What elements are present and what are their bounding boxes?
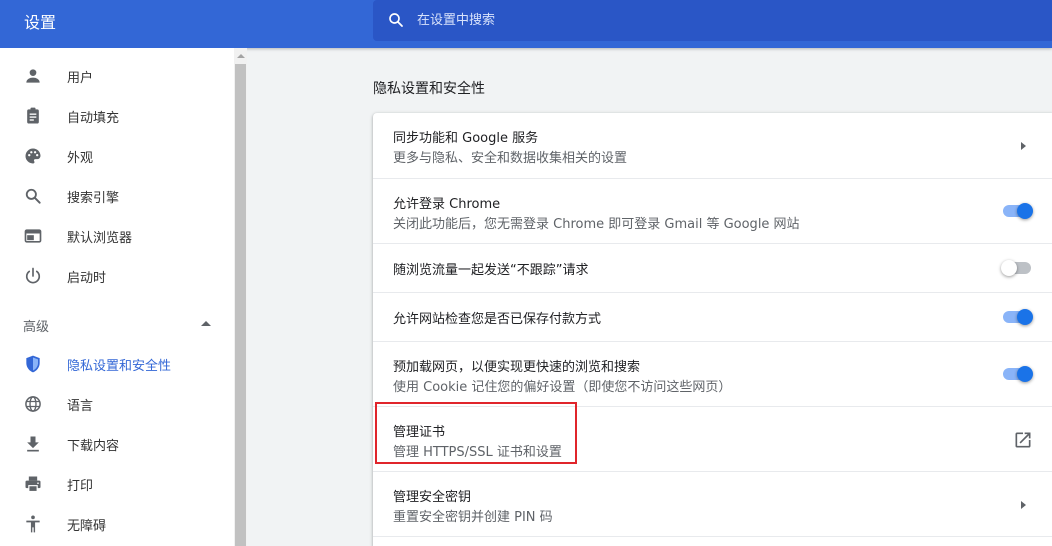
row-manage-certificates[interactable]: 管理证书 管理 HTTPS/SSL 证书和设置: [373, 406, 1052, 471]
row-allow-chrome-sign-in[interactable]: 允许登录 Chrome 关闭此功能后，您无需登录 Chrome 即可登录 Gma…: [373, 178, 1052, 243]
caret-up-icon: [201, 321, 211, 326]
toggle-switch[interactable]: [1001, 364, 1033, 384]
row-title: 管理证书: [393, 425, 446, 440]
row-manage-security-keys[interactable]: 管理安全密钥 重置安全密钥并创建 PIN 码: [373, 471, 1052, 536]
row-partial: [373, 536, 1052, 546]
row-subtitle: 重置安全密钥并创建 PIN 码: [393, 510, 553, 525]
toggle-switch[interactable]: [1001, 258, 1033, 278]
sidebar-item-label: 启动时: [67, 270, 107, 286]
sidebar-item-default-browser[interactable]: 默认浏览器: [0, 216, 234, 256]
row-payment-methods-check[interactable]: 允许网站检查您是否已保存付款方式: [373, 292, 1052, 341]
sidebar-item-label: 隐私设置和安全性: [67, 358, 172, 374]
chevron-right-icon[interactable]: [1021, 501, 1026, 509]
sidebar-item-label: 无障碍: [67, 518, 107, 534]
row-title: 同步功能和 Google 服务: [393, 131, 539, 146]
sidebar-item-label: 打印: [67, 478, 94, 494]
sidebar-item-printing[interactable]: 打印: [0, 464, 234, 504]
row-title: 允许网站检查您是否已保存付款方式: [393, 312, 602, 327]
row-title: 随浏览流量一起发送“不跟踪”请求: [393, 263, 589, 278]
sidebar-item-label: 默认浏览器: [67, 230, 133, 246]
row-do-not-track[interactable]: 随浏览流量一起发送“不跟踪”请求: [373, 243, 1052, 292]
row-title: 预加载网页，以便实现更快速的浏览和搜索: [393, 360, 641, 375]
external-link-icon[interactable]: [1013, 430, 1033, 450]
palette-icon: [23, 146, 43, 166]
section-title: 隐私设置和安全性: [373, 81, 485, 97]
globe-icon: [23, 394, 43, 414]
search-icon: [389, 13, 403, 27]
row-subtitle: 关闭此功能后，您无需登录 Chrome 即可登录 Gmail 等 Google …: [393, 217, 800, 232]
advanced-label: 高级: [23, 320, 50, 335]
search-input[interactable]: [417, 0, 1017, 41]
row-subtitle: 管理 HTTPS/SSL 证书和设置: [393, 445, 562, 460]
row-preload-pages[interactable]: 预加载网页，以便实现更快速的浏览和搜索 使用 Cookie 记住您的偏好设置（即…: [373, 341, 1052, 406]
toggle-switch[interactable]: [1001, 307, 1033, 327]
printer-icon: [23, 474, 43, 494]
privacy-settings-card: 同步功能和 Google 服务 更多与隐私、安全和数据收集相关的设置 允许登录 …: [373, 113, 1052, 546]
accessibility-icon: [23, 514, 43, 534]
power-icon: [23, 266, 43, 286]
browser-window-icon: [23, 226, 43, 246]
sidebar-item-label: 下载内容: [67, 438, 120, 454]
row-title: 管理安全密钥: [393, 490, 472, 505]
shield-icon: [23, 354, 43, 374]
sidebar-item-privacy-security[interactable]: 隐私设置和安全性: [0, 344, 234, 384]
top-bar: 设置: [0, 0, 1052, 48]
sidebar-item-on-startup[interactable]: 启动时: [0, 256, 234, 296]
sidebar-item-label: 语言: [67, 398, 94, 414]
page-title: 设置: [24, 13, 57, 32]
sidebar-item-label: 外观: [67, 150, 94, 166]
person-icon: [23, 66, 43, 86]
scrollbar-thumb[interactable]: [235, 64, 246, 546]
chevron-right-icon[interactable]: [1021, 142, 1026, 150]
sidebar-item-downloads[interactable]: 下载内容: [0, 424, 234, 464]
sidebar: 用户 自动填充 外观 搜索引擎 默认浏览器 启动时 高级 隐私设置和安全性 语言…: [0, 48, 234, 546]
search-box[interactable]: [373, 0, 1052, 41]
sidebar-item-accessibility[interactable]: 无障碍: [0, 504, 234, 544]
advanced-section-toggle[interactable]: 高级: [0, 304, 234, 344]
row-title: 允许登录 Chrome: [393, 197, 501, 212]
sidebar-item-search-engine[interactable]: 搜索引擎: [0, 176, 234, 216]
search-icon: [23, 186, 43, 206]
row-subtitle: 更多与隐私、安全和数据收集相关的设置: [393, 151, 628, 166]
sidebar-item-appearance[interactable]: 外观: [0, 136, 234, 176]
sidebar-item-languages[interactable]: 语言: [0, 384, 234, 424]
sidebar-item-label: 搜索引擎: [67, 190, 120, 206]
row-subtitle: 使用 Cookie 记住您的偏好设置（即使您不访问这些网页）: [393, 380, 732, 395]
toggle-switch[interactable]: [1001, 201, 1033, 221]
sidebar-item-autofill[interactable]: 自动填充: [0, 96, 234, 136]
clipboard-icon: [23, 106, 43, 126]
sidebar-item-label: 用户: [67, 70, 94, 86]
scroll-up-arrow-icon[interactable]: [237, 54, 245, 58]
sidebar-item-label: 自动填充: [67, 110, 120, 126]
row-sync-google-services[interactable]: 同步功能和 Google 服务 更多与隐私、安全和数据收集相关的设置: [373, 113, 1052, 178]
sidebar-scrollbar[interactable]: [234, 48, 247, 546]
download-icon: [23, 434, 43, 454]
sidebar-item-people[interactable]: 用户: [0, 56, 234, 96]
